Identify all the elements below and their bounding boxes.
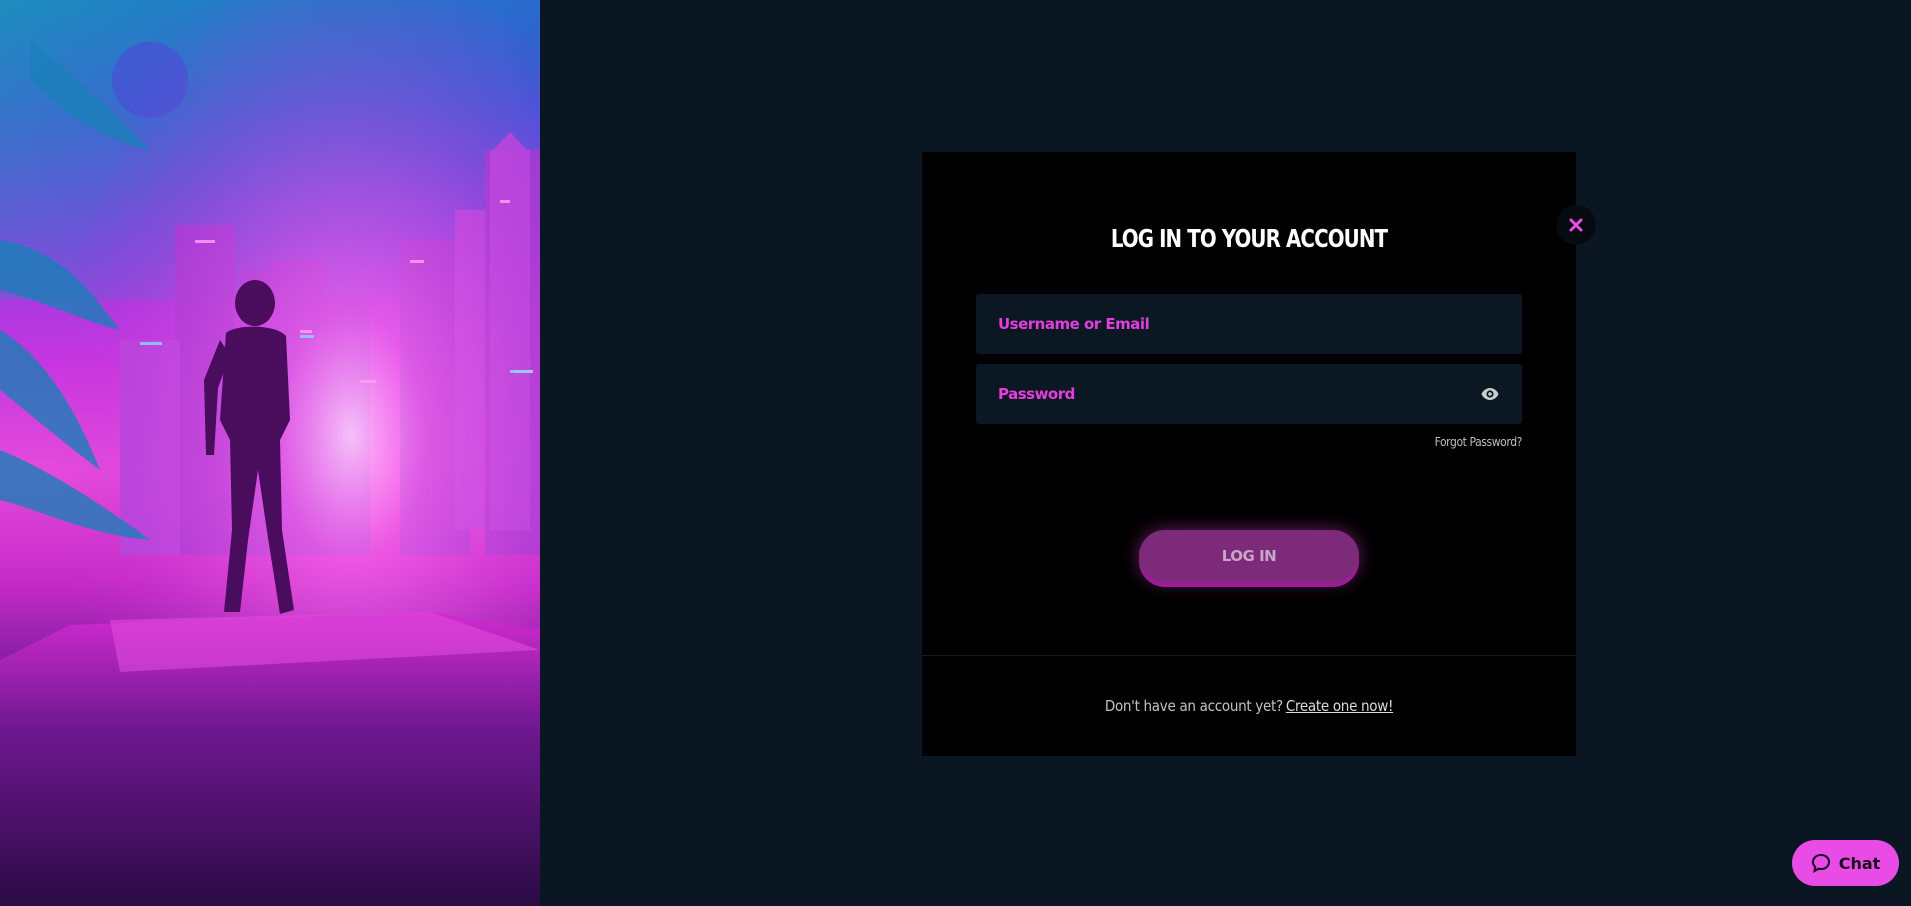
login-form: LOG IN TO YOUR ACCOUNT Forgot Password? … [922, 152, 1576, 655]
forgot-password-link[interactable]: Forgot Password? [1435, 435, 1523, 449]
signup-prompt-text: Don't have an account yet? [1104, 697, 1283, 715]
password-field[interactable] [976, 364, 1522, 424]
close-icon [1569, 218, 1583, 232]
username-input[interactable] [998, 315, 1500, 333]
login-title: LOG IN TO YOUR ACCOUNT [1110, 224, 1388, 253]
login-modal: LOG IN TO YOUR ACCOUNT Forgot Password? … [922, 152, 1576, 756]
chat-bubble-icon [1811, 853, 1830, 873]
username-field[interactable] [976, 294, 1522, 354]
chat-label: Chat [1838, 853, 1881, 873]
login-page: LOG IN TO YOUR ACCOUNT Forgot Password? … [0, 0, 1911, 906]
eye-icon[interactable] [1480, 384, 1500, 404]
password-input[interactable] [998, 385, 1480, 403]
login-button[interactable]: LOG IN [1139, 530, 1359, 582]
close-button[interactable] [1556, 205, 1596, 245]
chat-button[interactable]: Chat [1792, 840, 1899, 886]
create-account-link[interactable]: Create one now! [1286, 697, 1394, 715]
signup-prompt: Don't have an account yet? Create one no… [922, 656, 1576, 756]
hero-artwork [0, 0, 540, 906]
